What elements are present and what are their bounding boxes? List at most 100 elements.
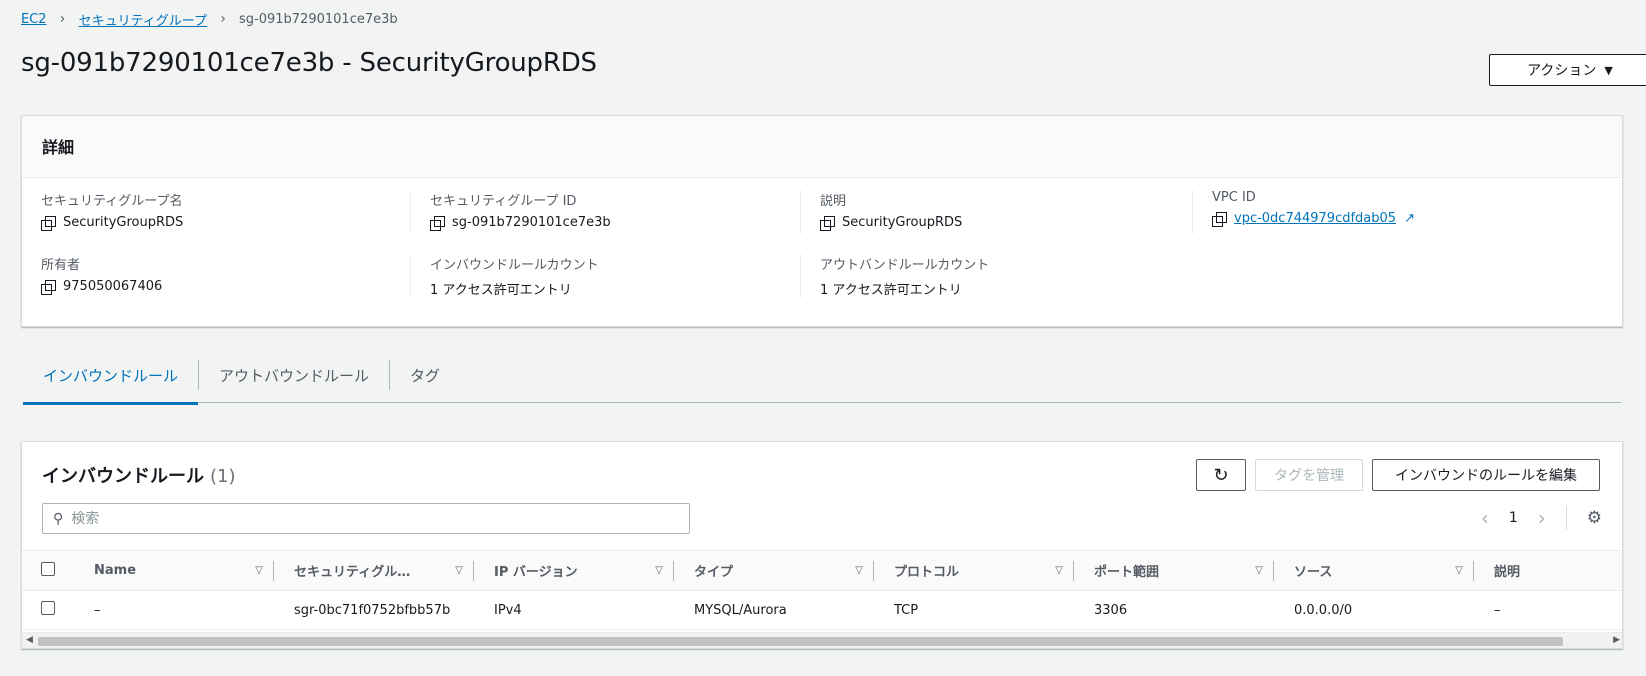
outbound-count-label: アウトバンドルールカウント [820, 258, 990, 273]
description-field: 説明 SecurityGroupRDS [820, 190, 963, 231]
outbound-count-value: 1 アクセス許可エントリ [820, 283, 962, 298]
column-header-ip-version[interactable]: IP バージョン ▽ [474, 550, 674, 591]
column-header-name[interactable]: Name ▽ [74, 550, 274, 591]
column-divider [410, 254, 411, 298]
scrollbar-thumb[interactable] [38, 637, 1563, 646]
column-label: ソース [1294, 565, 1333, 580]
rules-heading: インバウンドルール (1) [42, 462, 236, 488]
breadcrumb-ec2-link[interactable]: EC2 [21, 12, 47, 27]
scroll-left-icon[interactable]: ◀ [26, 635, 33, 645]
copy-icon[interactable] [1212, 211, 1227, 227]
tab-inbound-rules[interactable]: インバウンドルール [23, 348, 199, 405]
sort-icon[interactable]: ▽ [455, 565, 463, 576]
sort-icon[interactable]: ▽ [255, 565, 263, 576]
page-number[interactable]: 1 [1509, 510, 1518, 526]
column-header-source[interactable]: ソース ▽ [1274, 550, 1474, 591]
pager-divider [1565, 506, 1567, 530]
sort-icon[interactable]: ▽ [855, 565, 863, 576]
breadcrumb-security-groups-link[interactable]: セキュリティグループ [79, 10, 207, 29]
scroll-right-icon[interactable]: ▶ [1613, 635, 1620, 645]
chevron-left-icon[interactable]: ‹ [1481, 506, 1489, 530]
column-header-sg-rule[interactable]: セキュリティグル… ▽ [274, 550, 474, 591]
copy-icon[interactable] [430, 215, 445, 231]
cell-port-range: 3306 [1074, 590, 1274, 630]
row-checkbox[interactable] [41, 601, 55, 615]
breadcrumb: EC2 › セキュリティグループ › sg-091b7290101ce7e3b [21, 9, 398, 29]
table-row[interactable]: – sgr-0bc71f0752bfbb57b IPv4 MYSQL/Auror… [22, 590, 1622, 630]
inbound-rules-panel: インバウンドルール (1) ↻ タグを管理 インバウンドのルールを編集 ⚲ ‹ 1… [21, 441, 1623, 649]
owner-field: 所有者 975050067406 [41, 254, 163, 295]
breadcrumb-current: sg-091b7290101ce7e3b [239, 11, 398, 27]
sg-name-field: セキュリティグループ名 SecurityGroupRDS [41, 190, 184, 231]
details-header: 詳細 [22, 116, 1622, 178]
pagination: ‹ 1 › ⚙ [1481, 506, 1602, 530]
actions-dropdown-button[interactable]: アクション ▼ [1489, 54, 1646, 86]
search-icon: ⚲ [53, 510, 64, 527]
sg-name-label: セキュリティグループ名 [41, 194, 183, 209]
refresh-button[interactable]: ↻ [1196, 459, 1246, 491]
settings-gear-icon[interactable]: ⚙ [1587, 508, 1602, 528]
column-label: IP バージョン [494, 565, 578, 580]
column-header-port-range[interactable]: ポート範囲 ▽ [1074, 550, 1274, 591]
inbound-count-value: 1 アクセス許可エントリ [430, 283, 572, 298]
tab-bar: インバウンドルール アウトバウンドルール タグ [23, 348, 1621, 405]
vpc-id-field: VPC ID vpc-0dc744979cdfdab05 ↗ [1212, 190, 1415, 227]
sg-id-label: セキュリティグループ ID [430, 194, 577, 209]
outbound-count-field: アウトバンドルールカウント 1 アクセス許可エントリ [820, 254, 989, 298]
copy-icon[interactable] [41, 279, 56, 295]
owner-label: 所有者 [41, 258, 81, 273]
rules-count: (1) [210, 466, 236, 487]
column-divider [410, 190, 411, 234]
description-label: 説明 [820, 194, 847, 209]
cell-protocol: TCP [874, 590, 1074, 630]
manage-tags-button[interactable]: タグを管理 [1255, 459, 1363, 491]
horizontal-scrollbar[interactable]: ◀ ▶ [22, 632, 1622, 648]
page-title: sg-091b7290101ce7e3b - SecurityGroupRDS [21, 48, 597, 78]
inbound-count-label: インバウンドルールカウント [430, 258, 599, 273]
table-header-row: Name ▽ セキュリティグル… ▽ IP バージョン ▽ タイプ ▽ プロトコル ▽ ポ… [22, 550, 1622, 591]
search-input[interactable] [71, 510, 652, 527]
caret-down-icon: ▼ [1604, 63, 1613, 77]
select-all-checkbox[interactable] [41, 561, 55, 576]
sg-id-value: sg-091b7290101ce7e3b [452, 215, 611, 230]
column-label: セキュリティグル… [294, 565, 411, 580]
sg-id-field: セキュリティグループ ID sg-091b7290101ce7e3b [430, 190, 611, 231]
tab-outbound-rules[interactable]: アウトバウンドルール [199, 348, 389, 403]
description-value: SecurityGroupRDS [842, 215, 963, 230]
column-header-description[interactable]: 説明 [1474, 550, 1622, 591]
edit-inbound-rules-button[interactable]: インバウンドのルールを編集 [1372, 459, 1600, 491]
column-divider [800, 190, 801, 234]
column-header-type[interactable]: タイプ ▽ [674, 550, 874, 591]
cell-ip-version: IPv4 [474, 590, 674, 630]
column-label: プロトコル [894, 565, 960, 580]
details-panel: 詳細 セキュリティグループ名 SecurityGroupRDS セキュリティグル… [21, 115, 1623, 327]
column-label: ポート範囲 [1094, 565, 1160, 580]
copy-icon[interactable] [41, 215, 56, 231]
sg-name-value: SecurityGroupRDS [63, 215, 184, 230]
sort-icon[interactable]: ▽ [655, 565, 663, 576]
inbound-count-field: インバウンドルールカウント 1 アクセス許可エントリ [430, 254, 599, 298]
chevron-right-icon[interactable]: › [1538, 506, 1546, 530]
vpc-id-label: VPC ID [1212, 190, 1256, 205]
actions-label: アクション [1527, 63, 1597, 79]
search-box: ⚲ [42, 503, 690, 534]
tab-tags[interactable]: タグ [390, 348, 460, 403]
column-header-protocol[interactable]: プロトコル ▽ [874, 550, 1074, 591]
external-link-icon[interactable]: ↗ [1404, 211, 1415, 226]
owner-value: 975050067406 [63, 279, 163, 294]
cell-source: 0.0.0.0/0 [1274, 590, 1474, 630]
column-label: Name [94, 563, 137, 578]
column-label: 説明 [1494, 565, 1521, 580]
refresh-icon: ↻ [1213, 464, 1229, 485]
sort-icon[interactable]: ▽ [1255, 565, 1263, 576]
cell-type: MYSQL/Aurora [674, 590, 874, 630]
chevron-right-icon: › [220, 11, 226, 27]
cell-name: – [74, 590, 274, 630]
select-all-header [22, 550, 74, 591]
row-select-cell [22, 590, 74, 630]
copy-icon[interactable] [820, 215, 835, 231]
sort-icon[interactable]: ▽ [1055, 565, 1063, 576]
column-divider [800, 254, 801, 298]
sort-icon[interactable]: ▽ [1455, 565, 1463, 576]
vpc-id-link[interactable]: vpc-0dc744979cdfdab05 [1234, 211, 1396, 226]
